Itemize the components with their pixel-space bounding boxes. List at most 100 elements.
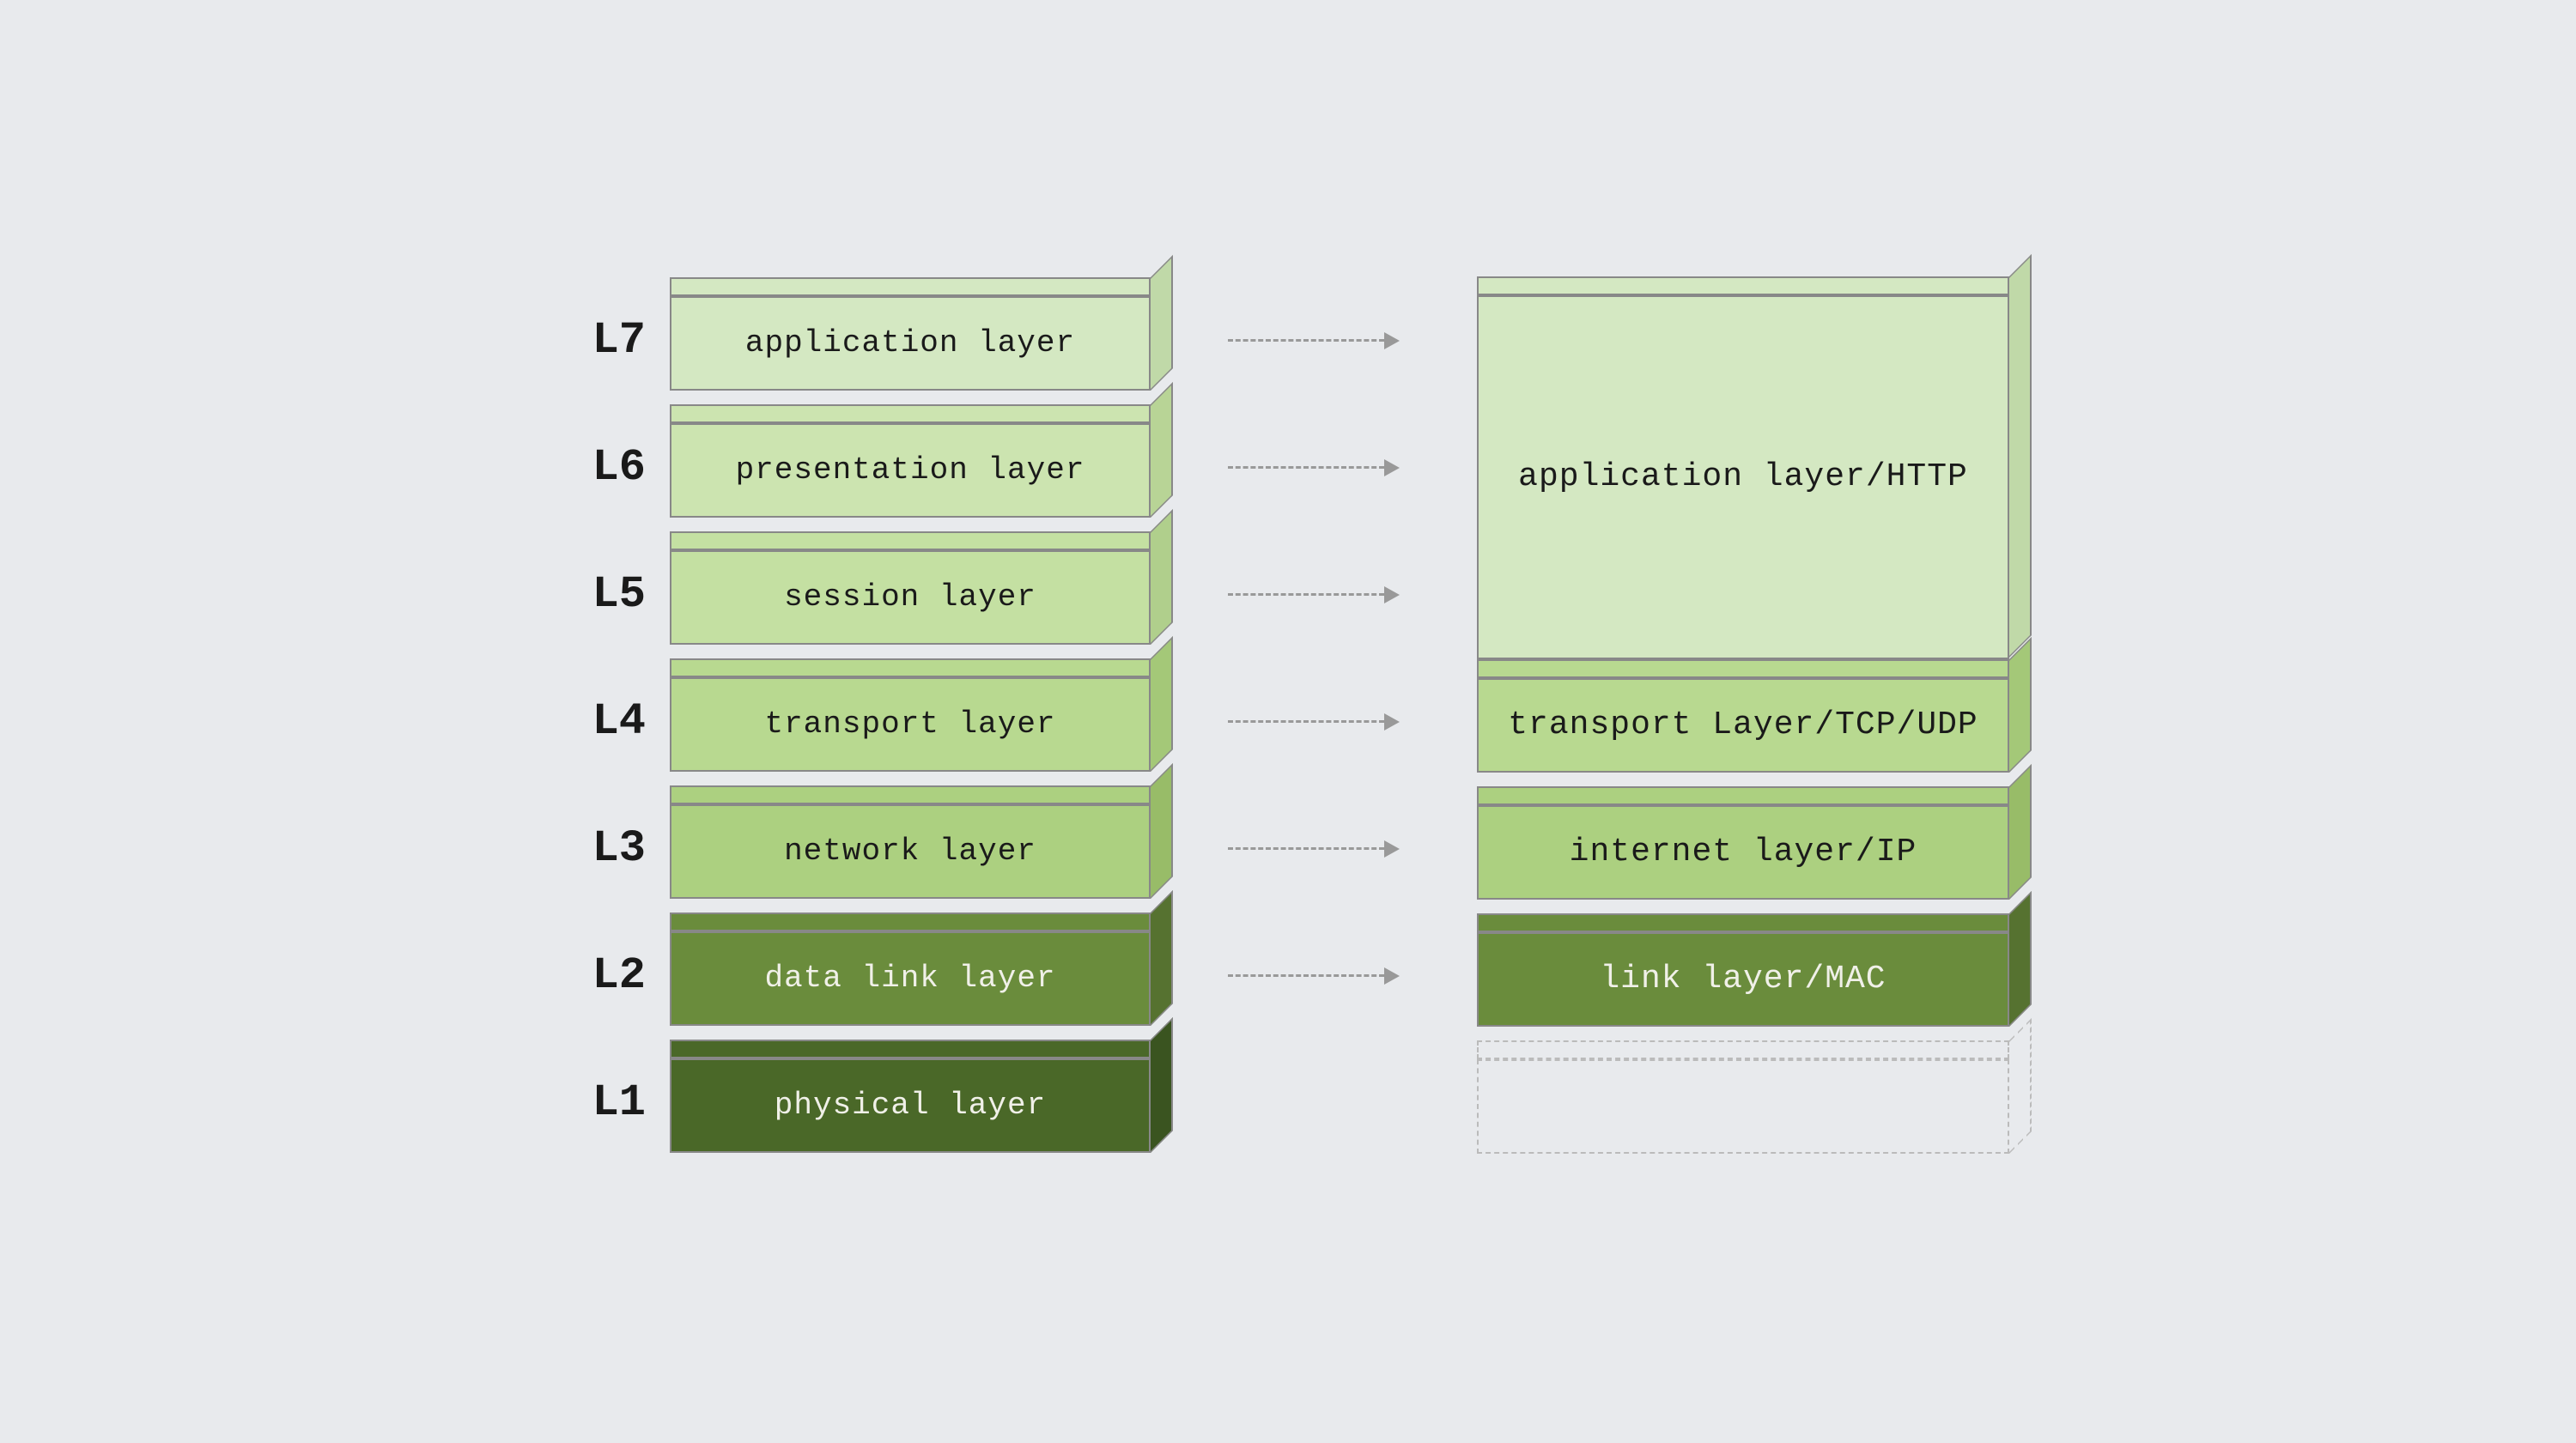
label-l6: L6 xyxy=(567,442,670,493)
tcp-block-physical xyxy=(1477,1040,2009,1167)
label-l5: L5 xyxy=(567,569,670,620)
layer-row-l4: L4 transport layer xyxy=(567,658,1151,785)
block-l6: presentation layer xyxy=(670,404,1151,531)
label-l7: L7 xyxy=(567,315,670,366)
tcp-front-transport: transport Layer/TCP/UDP xyxy=(1477,678,2009,773)
arrow-row-l3 xyxy=(1219,785,1408,912)
tcp-text-transport: transport Layer/TCP/UDP xyxy=(1491,706,1996,743)
layer-row-l5: L5 session layer xyxy=(567,531,1151,658)
arrow-row-l6 xyxy=(1219,404,1408,531)
tcp-top-physical xyxy=(1477,1040,2009,1059)
dashed-arrow-l3 xyxy=(1228,840,1400,858)
dashed-line-l4 xyxy=(1228,720,1384,723)
top-face-l6 xyxy=(670,404,1151,423)
front-face-l5: session layer xyxy=(670,550,1151,645)
tcp-front-link: link layer/MAC xyxy=(1477,932,2009,1027)
layer-text-l5: session layer xyxy=(784,579,1036,615)
tcp-side-app xyxy=(2009,254,2032,658)
tcp-block-app: application layer/HTTP xyxy=(1477,276,2009,659)
block-l3: network layer xyxy=(670,785,1151,912)
tcp-top-transport xyxy=(1477,659,2009,678)
tcp-ip-stack: application layer/HTTP transport Layer/T… xyxy=(1477,276,2009,1167)
front-face-l1: physical layer xyxy=(670,1058,1151,1153)
front-face-l2: data link layer xyxy=(670,931,1151,1026)
layer-text-l6: presentation layer xyxy=(736,452,1085,488)
side-face-l7 xyxy=(1151,255,1173,391)
block-l2: data link layer xyxy=(670,912,1151,1040)
tcp-block-transport: transport Layer/TCP/UDP xyxy=(1477,659,2009,786)
diagram-container: L7 application layer L6 presentation lay… xyxy=(172,276,2404,1167)
arrowhead-l2 xyxy=(1384,967,1400,985)
top-face-l7 xyxy=(670,277,1151,296)
arrowhead-l5 xyxy=(1384,586,1400,603)
side-face-l2 xyxy=(1151,890,1173,1026)
dashed-arrow-l2 xyxy=(1228,967,1400,985)
top-face-l3 xyxy=(670,785,1151,804)
layer-row-l7: L7 application layer xyxy=(567,277,1151,404)
side-face-l1 xyxy=(1151,1017,1173,1153)
arrows-column xyxy=(1219,277,1408,1167)
tcp-front-app: application layer/HTTP xyxy=(1477,295,2009,659)
dashed-arrow-l6 xyxy=(1228,459,1400,476)
layer-row-l2: L2 data link layer xyxy=(567,912,1151,1040)
dashed-arrow-l7 xyxy=(1228,332,1400,349)
layer-text-l2: data link layer xyxy=(764,961,1055,996)
arrowhead-l7 xyxy=(1384,332,1400,349)
layer-row-l1: L1 physical layer xyxy=(567,1040,1151,1167)
block-l1: physical layer xyxy=(670,1040,1151,1167)
top-face-l2 xyxy=(670,912,1151,931)
arrow-row-l5 xyxy=(1219,531,1408,658)
tcp-side-transport xyxy=(2009,637,2032,773)
dashed-line-l6 xyxy=(1228,466,1384,469)
tcp-side-link xyxy=(2009,891,2032,1027)
tcp-side-physical xyxy=(2009,1018,2032,1154)
dashed-line-l2 xyxy=(1228,974,1384,977)
tcp-top-link xyxy=(1477,913,2009,932)
tcp-block-internet: internet layer/IP xyxy=(1477,786,2009,913)
arrow-row-l4 xyxy=(1219,658,1408,785)
arrow-row-l2 xyxy=(1219,912,1408,1040)
front-face-l6: presentation layer xyxy=(670,423,1151,518)
arrow-row-l1 xyxy=(1219,1040,1408,1167)
dashed-line-l3 xyxy=(1228,847,1384,850)
tcp-side-internet xyxy=(2009,764,2032,900)
tcp-text-internet: internet layer/IP xyxy=(1552,834,1935,870)
top-face-l1 xyxy=(670,1040,1151,1058)
layer-text-l3: network layer xyxy=(784,834,1036,869)
side-face-l5 xyxy=(1151,509,1173,645)
osi-stack: L7 application layer L6 presentation lay… xyxy=(567,277,1151,1167)
layer-text-l1: physical layer xyxy=(775,1088,1046,1123)
tcp-text-link: link layer/MAC xyxy=(1583,961,1903,997)
layer-row-l3: L3 network layer xyxy=(567,785,1151,912)
dashed-line-l7 xyxy=(1228,339,1384,342)
tcp-front-physical xyxy=(1477,1059,2009,1154)
arrowhead-l4 xyxy=(1384,713,1400,731)
label-l1: L1 xyxy=(567,1077,670,1128)
arrow-row-l7 xyxy=(1219,277,1408,404)
dashed-arrow-l4 xyxy=(1228,713,1400,731)
top-face-l4 xyxy=(670,658,1151,677)
dashed-line-l5 xyxy=(1228,593,1384,596)
label-l3: L3 xyxy=(567,823,670,874)
label-l4: L4 xyxy=(567,696,670,747)
block-l4: transport layer xyxy=(670,658,1151,785)
front-face-l3: network layer xyxy=(670,804,1151,899)
side-face-l3 xyxy=(1151,763,1173,899)
tcp-top-app xyxy=(1477,276,2009,295)
tcp-text-app: application layer/HTTP xyxy=(1501,458,1985,495)
front-face-l7: application layer xyxy=(670,296,1151,391)
arrowhead-l3 xyxy=(1384,840,1400,858)
layer-row-l6: L6 presentation layer xyxy=(567,404,1151,531)
front-face-l4: transport layer xyxy=(670,677,1151,772)
block-l5: session layer xyxy=(670,531,1151,658)
arrowhead-l6 xyxy=(1384,459,1400,476)
top-face-l5 xyxy=(670,531,1151,550)
block-l7: application layer xyxy=(670,277,1151,404)
layer-text-l7: application layer xyxy=(745,325,1075,361)
dashed-arrow-l5 xyxy=(1228,586,1400,603)
layer-text-l4: transport layer xyxy=(764,706,1055,742)
label-l2: L2 xyxy=(567,950,670,1001)
tcp-block-link: link layer/MAC xyxy=(1477,913,2009,1040)
side-face-l4 xyxy=(1151,636,1173,772)
tcp-front-internet: internet layer/IP xyxy=(1477,805,2009,900)
